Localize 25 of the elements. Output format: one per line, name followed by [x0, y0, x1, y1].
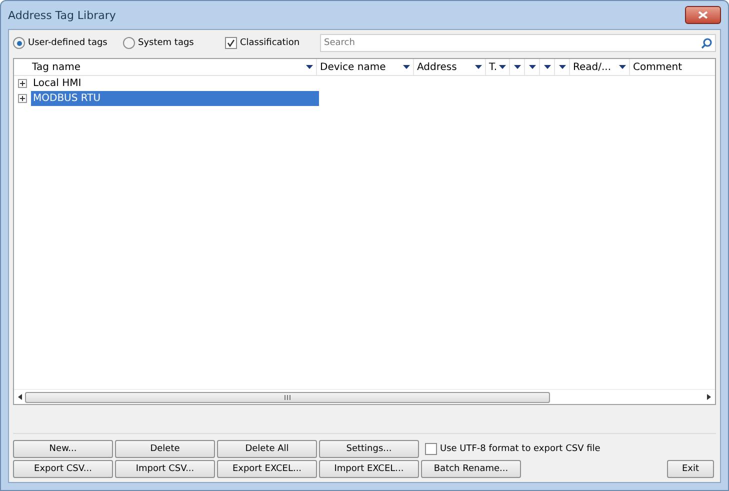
column-header[interactable]: Comment	[630, 59, 702, 75]
column-header[interactable]: Address	[414, 59, 486, 75]
column-header[interactable]: T.	[486, 59, 510, 75]
action-button[interactable]: Import CSV...	[115, 460, 215, 478]
checkbox-label[interactable]: Use UTF-8 format to export CSV file	[440, 444, 600, 454]
window-title: Address Tag Library	[8, 8, 116, 22]
search-field[interactable]: Search	[324, 38, 701, 48]
action-button[interactable]: Export EXCEL...	[217, 460, 317, 478]
checkbox-label[interactable]: Classification	[240, 38, 300, 48]
action-button[interactable]: Import EXCEL...	[319, 460, 419, 478]
action-button[interactable]: Export CSV...	[13, 460, 113, 478]
radio-label[interactable]: User-defined tags	[28, 38, 108, 48]
tree-item[interactable]: MODBUS RTU	[31, 91, 319, 106]
exit-button[interactable]: Exit	[667, 460, 714, 478]
column-header[interactable]: Read/...	[570, 59, 630, 75]
search-field[interactable]: Search	[320, 34, 716, 52]
action-button[interactable]: Delete All	[217, 440, 317, 458]
radio-label[interactable]: System tags	[138, 38, 194, 48]
action-button[interactable]: Settings...	[319, 440, 419, 458]
action-button[interactable]: Delete	[115, 440, 215, 458]
action-button[interactable]: New...	[13, 440, 113, 458]
action-button[interactable]: Batch Rename...	[421, 460, 521, 478]
column-header[interactable]: Tag name	[29, 59, 317, 75]
column-header[interactable]: Device name	[317, 59, 414, 75]
tree-item[interactable]: Local HMI	[31, 76, 319, 91]
